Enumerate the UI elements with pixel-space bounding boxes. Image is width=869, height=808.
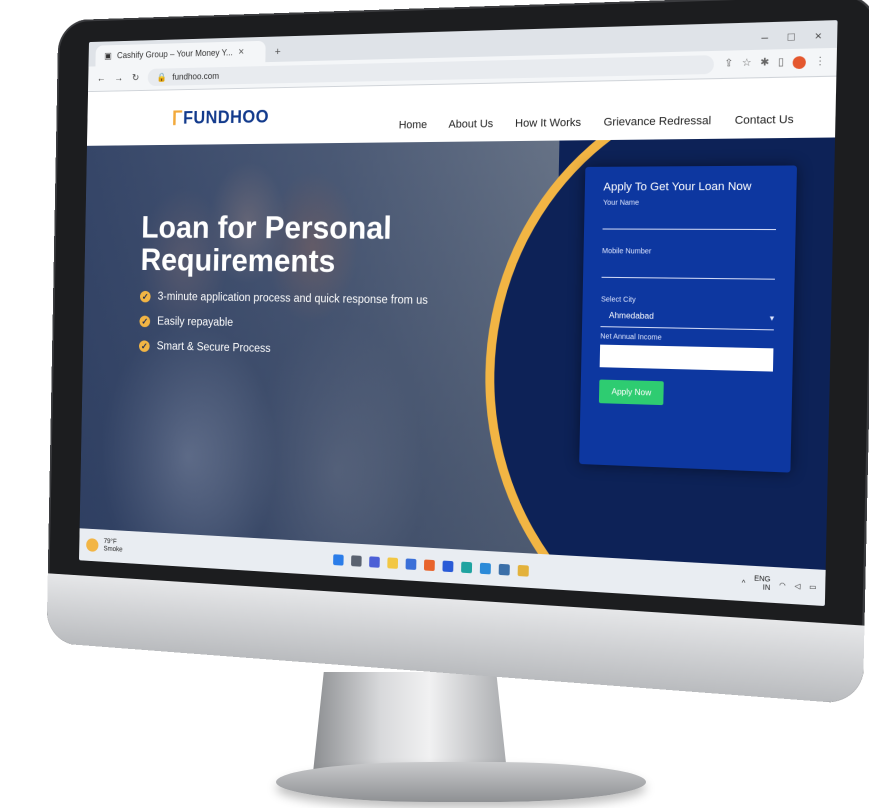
nav-how-it-works[interactable]: How It Works <box>515 117 581 130</box>
check-icon: ✓ <box>139 315 151 328</box>
feature-text: 3-minute application process and quick r… <box>157 291 428 308</box>
file-explorer-icon[interactable] <box>387 556 399 569</box>
weather-text: 79°F Smoke <box>103 538 122 555</box>
mobile-input[interactable] <box>601 255 776 280</box>
lock-icon: 🔒 <box>156 71 168 82</box>
app-icon[interactable] <box>479 562 491 574</box>
form-title: Apply To Get Your Loan Now <box>603 180 752 194</box>
chevron-up-icon[interactable]: ^ <box>742 579 746 587</box>
nav-contact-us[interactable]: Contact Us <box>735 114 794 127</box>
taskbar-apps <box>333 553 529 577</box>
feature-item: ✓ Easily repayable <box>139 315 446 334</box>
system-tray: ^ ENG IN ◠ ◁ ▭ <box>742 574 817 596</box>
forward-icon[interactable]: → <box>114 73 123 84</box>
extension-icon[interactable]: ✱ <box>760 57 769 70</box>
nav-home[interactable]: Home <box>399 119 428 131</box>
main-nav: Home About Us How It Works Grievance Red… <box>399 114 794 132</box>
check-icon: ✓ <box>138 340 150 353</box>
weather-widget[interactable]: 79°F Smoke <box>86 537 123 555</box>
menu-icon[interactable]: ⋮ <box>814 56 825 69</box>
feature-item: ✓ Smart & Secure Process <box>138 340 446 360</box>
minimize-icon[interactable]: – <box>761 32 768 45</box>
logo-text: FUNDHOO <box>182 106 270 128</box>
favicon-icon: ▣ <box>104 50 112 61</box>
hero-title: Loan for Personal Requirements <box>140 209 393 279</box>
apply-now-button[interactable]: Apply Now <box>598 379 665 406</box>
screen: ▣ Cashify Group – Your Money Y... × + – … <box>79 20 838 607</box>
hero-text: Loan for Personal Requirements ✓ 3-minut… <box>138 209 449 374</box>
battery-icon[interactable]: ▭ <box>809 583 816 592</box>
feature-text: Smart & Secure Process <box>156 340 271 356</box>
logo[interactable]: ᒥ FUNDHOO <box>172 104 270 130</box>
volume-icon[interactable]: ◁ <box>794 582 800 591</box>
name-label: Your Name <box>603 199 640 207</box>
hero-section: Loan for Personal Requirements ✓ 3-minut… <box>79 137 836 570</box>
sidebar-icon[interactable]: ▯ <box>778 57 784 70</box>
name-input[interactable] <box>602 206 777 231</box>
weather-sun-icon <box>86 538 99 552</box>
chat-icon[interactable] <box>369 555 380 568</box>
logo-mark-icon: ᒥ <box>171 107 183 130</box>
maximize-icon[interactable]: □ <box>788 31 796 44</box>
profile-avatar[interactable] <box>792 56 806 70</box>
monitor-stand-base <box>276 762 646 802</box>
browser-tab-title: Cashify Group – Your Money Y... <box>116 47 233 61</box>
feature-item: ✓ 3-minute application process and quick… <box>139 291 447 308</box>
url-text: fundhoo.com <box>172 71 220 82</box>
close-tab-icon[interactable]: × <box>238 46 244 58</box>
edge-icon[interactable] <box>461 561 473 573</box>
reload-icon[interactable]: ↻ <box>132 72 140 83</box>
nav-grievance-redressal[interactable]: Grievance Redressal <box>603 115 711 129</box>
city-select-value: Ahmedabad <box>608 310 654 321</box>
star-icon[interactable]: ☆ <box>742 57 752 70</box>
app-icon[interactable] <box>498 563 510 576</box>
city-select[interactable]: Ahmedabad ▾ <box>600 303 775 331</box>
share-icon[interactable]: ⇪ <box>724 58 733 71</box>
check-icon: ✓ <box>139 291 151 303</box>
extensions: ⇪ ☆ ✱ ▯ ⋮ <box>724 56 826 71</box>
window-controls: – □ × <box>761 30 837 45</box>
app-icon[interactable] <box>442 560 454 572</box>
search-icon[interactable] <box>351 554 362 567</box>
income-input[interactable] <box>599 344 774 372</box>
nav-about-us[interactable]: About Us <box>448 118 493 131</box>
chrome-icon[interactable] <box>517 564 529 577</box>
weather-desc: Smoke <box>103 545 123 554</box>
language-indicator[interactable]: ENG IN <box>754 575 771 594</box>
feature-text: Easily repayable <box>157 316 234 330</box>
firefox-icon[interactable] <box>423 558 435 571</box>
store-icon[interactable] <box>405 557 417 570</box>
wifi-icon[interactable]: ◠ <box>779 581 786 590</box>
chevron-down-icon: ▾ <box>769 312 775 323</box>
start-icon[interactable] <box>333 553 344 566</box>
feature-list: ✓ 3-minute application process and quick… <box>138 291 447 360</box>
back-icon[interactable]: ← <box>97 73 106 84</box>
browser-tab[interactable]: ▣ Cashify Group – Your Money Y... × <box>95 40 266 67</box>
loan-apply-form: Apply To Get Your Loan Now Your Name Mob… <box>579 165 798 473</box>
monitor: ▣ Cashify Group – Your Money Y... × + – … <box>46 0 869 705</box>
income-label: Net Annual Income <box>600 333 662 342</box>
region-text: IN <box>762 584 771 593</box>
close-window-icon[interactable]: × <box>815 30 822 43</box>
new-tab-icon[interactable]: + <box>275 46 281 58</box>
